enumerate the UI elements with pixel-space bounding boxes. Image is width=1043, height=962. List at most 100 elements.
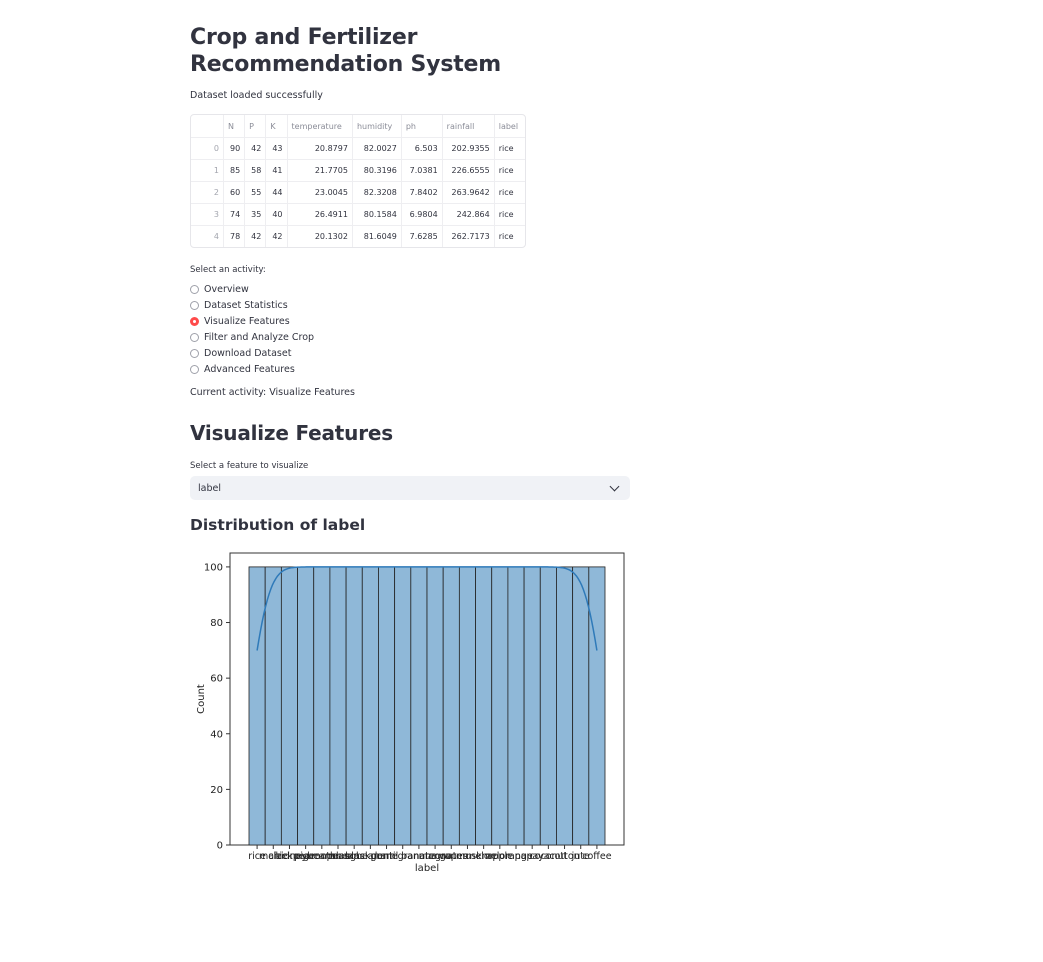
activity-radio-label: Select an activity: [190,265,266,275]
bar [248,566,266,846]
bar [523,566,541,846]
radio-option-filter-and-analyze-crop[interactable]: Filter and Analyze Crop [190,329,314,345]
table-cell: 226.6555 [442,159,495,182]
bar [280,566,298,846]
section-heading: Visualize Features [190,421,393,445]
table-cell: 44 [265,181,288,204]
chart-heading: Distribution of label [190,516,366,534]
bar [442,566,460,846]
bar [458,566,476,846]
y-tick-label: 40 [210,729,223,740]
radio-unchecked-icon[interactable] [190,348,199,358]
status-message: Dataset loaded successfully [190,90,323,101]
table-index-header[interactable] [191,115,224,138]
table-row[interactable]: 1 85 58 41 21.7705 80.3196 7.0381 226.6555 rice [191,159,525,182]
table-cell: 78 [223,225,246,247]
dataframe[interactable]: N P Ktemperature humidity ph rainfall label 09… [190,114,526,248]
y-tick-label: 0 [217,841,223,852]
table-cell: 85 [223,159,246,182]
table-column-header[interactable]: rainfall [442,115,495,138]
table-row-index: 4 [191,225,224,247]
table-column-header[interactable]: label [494,115,525,138]
table-column-header[interactable]: ph [401,115,443,138]
bar [345,566,363,846]
table-cell: 42 [244,225,267,247]
radio-unchecked-icon[interactable] [190,332,199,342]
table-cell: 7.0381 [401,159,443,182]
bar [297,566,315,846]
radio-option-label: Advanced Features [204,363,295,375]
table-cell: 80.3196 [352,159,402,182]
radio-option-dataset-statistics[interactable]: Dataset Statistics [190,297,314,313]
radio-option-label: Overview [204,283,249,295]
table-column-header[interactable]: K [265,115,288,138]
bar [491,566,509,846]
bar [426,566,444,846]
y-tick-label: 20 [210,785,223,796]
activity-radio-group: Overview Dataset Statistics Visualize Feat… [190,281,314,377]
table-cell: 42 [265,225,288,247]
distribution-chart: 020406080100ricemaizechickpeakidneybeans… [196,552,625,874]
table-row-index: 3 [191,203,224,226]
table-cell: 7.8402 [401,181,443,204]
table-cell: 55 [244,181,267,204]
table-row[interactable]: 3 74 35 40 26.4911 80.1584 6.9804 242.864 rice [191,203,525,226]
radio-option-download-dataset[interactable]: Download Dataset [190,345,314,361]
y-tick-label: 100 [204,562,223,573]
bar [410,566,428,846]
table-cell: rice [494,137,525,160]
table-cell: 41 [265,159,288,182]
table-cell: 80.1584 [352,203,402,226]
table-cell: 6.503 [401,137,443,160]
table-column-header[interactable]: P [244,115,267,138]
table-cell: 74 [223,203,246,226]
table-cell: 262.7173 [442,225,495,247]
y-tick-label: 80 [210,618,223,629]
table-cell: 35 [244,203,267,226]
table-cell: rice [494,203,525,226]
table-row[interactable]: 0 90 42 43 20.8797 82.0027 6.503 202.9355 rice [191,137,525,160]
radio-option-overview[interactable]: Overview [190,281,314,297]
table-cell: 43 [265,137,288,160]
bar [378,566,396,846]
table-row[interactable]: 4 78 42 42 20.1302 81.6049 7.6285 262.7173 rice [191,225,525,247]
feature-select[interactable]: label [190,476,630,500]
table-column-header[interactable]: temperature [287,115,353,138]
bar [572,566,590,846]
table-cell: 82.3208 [352,181,402,204]
table-cell: 42 [244,137,267,160]
table-row[interactable]: 2 60 55 44 23.0045 82.3208 7.8402 263.9642 rice [191,181,525,204]
table-cell: 6.9804 [401,203,443,226]
radio-unchecked-icon[interactable] [190,284,199,294]
table-cell: 21.7705 [287,159,353,182]
bar [588,566,606,846]
bar [507,566,525,846]
table-cell: 58 [244,159,267,182]
table-cell: 202.9355 [442,137,495,160]
radio-option-visualize-features[interactable]: Visualize Features [190,313,314,329]
radio-unchecked-icon[interactable] [190,300,199,310]
radio-unchecked-icon[interactable] [190,364,199,374]
radio-option-advanced-features[interactable]: Advanced Features [190,361,314,377]
radio-checked-icon[interactable] [190,316,199,326]
table-cell: 40 [265,203,288,226]
bar [361,566,379,846]
current-activity-text: Current activity: Visualize Features [190,387,355,398]
table-cell: 90 [223,137,246,160]
radio-option-label: Visualize Features [204,315,290,327]
y-tick-label: 60 [210,674,223,685]
table-cell: 263.9642 [442,181,495,204]
table-row-index: 1 [191,159,224,182]
x-tick-label: coffee [582,851,611,862]
bar [313,566,331,846]
radio-option-label: Download Dataset [204,347,292,359]
table-cell: 26.4911 [287,203,353,226]
table-column-header[interactable]: N [223,115,246,138]
bar [539,566,557,846]
table-column-header[interactable]: humidity [352,115,402,138]
bar [329,566,347,846]
y-axis-label: Count [196,684,207,714]
table-cell: 23.0045 [287,181,353,204]
page-title: Crop and Fertilizer Recommendation Syste… [190,25,501,77]
x-axis-label: label [415,863,439,874]
